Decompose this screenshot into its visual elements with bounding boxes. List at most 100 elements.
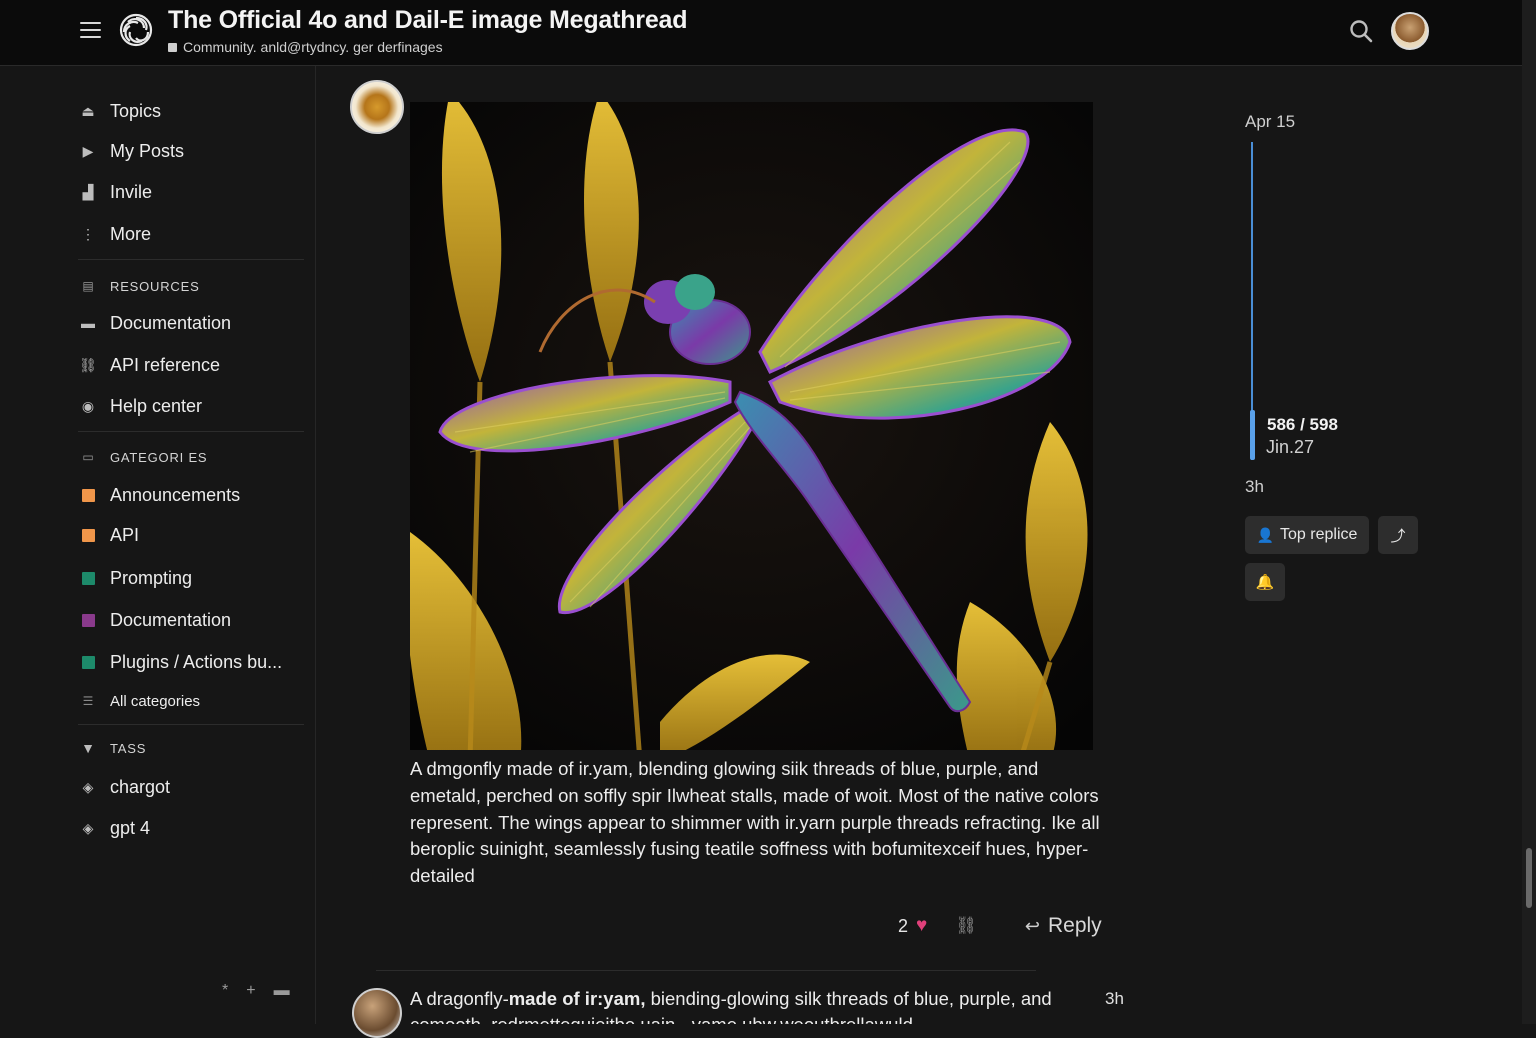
sidebar-item-label: Help center <box>110 395 203 416</box>
resources-icon: ▤ <box>82 279 94 293</box>
divider <box>376 970 1036 971</box>
document-icon: ▬ <box>81 315 95 331</box>
sidebar-item-label: Documentation <box>110 312 232 333</box>
sidebar-item-label: Documentation <box>110 609 232 630</box>
top-bar: The Official 4o and Dail-E image Megathr… <box>0 0 1536 66</box>
sidebar-item-help-center[interactable]: ◉ Help center <box>78 391 202 421</box>
post-author-avatar[interactable] <box>350 80 404 134</box>
sidebar-item-label: chargot <box>110 776 171 797</box>
star-icon[interactable]: * <box>222 982 228 1000</box>
plus-icon[interactable]: + <box>246 982 255 1000</box>
person-icon: 👤 <box>1256 526 1275 543</box>
page-title: The Official 4o and Dail-E image Megathr… <box>168 6 688 34</box>
category-color-swatch <box>81 655 95 669</box>
category-color-swatch <box>81 488 95 502</box>
timeline-end-time[interactable]: 3h <box>1245 477 1264 497</box>
sidebar-item-more[interactable]: ⋮ More <box>78 219 151 249</box>
search-icon[interactable] <box>1348 18 1374 44</box>
divider <box>78 724 304 725</box>
breadcrumb-text[interactable]: Community. anld@rtydncy. ger derfinages <box>183 39 443 55</box>
section-heading-resources[interactable]: ▤ RESOURCES <box>78 276 200 296</box>
sidebar-item-label: Topics <box>110 100 162 121</box>
next-post-avatar[interactable] <box>352 988 402 1038</box>
divider <box>78 431 304 432</box>
timeline-position-date: Jin.27 <box>1266 437 1315 457</box>
sidebar-item-announcements[interactable]: Announcements <box>78 480 240 510</box>
divider <box>78 259 304 260</box>
sidebar-item-topics[interactable]: ⏏ Topics <box>78 96 161 126</box>
sidebar-item-api[interactable]: API <box>78 520 139 550</box>
invite-icon: ▟ <box>82 183 94 200</box>
scrollbar-thumb[interactable] <box>1526 848 1532 908</box>
timeline-start-date[interactable]: Apr 15 <box>1245 112 1295 132</box>
openai-logo-icon[interactable] <box>116 10 156 50</box>
sidebar-item-all-categories[interactable]: ☰ All categories <box>78 686 200 716</box>
category-square-icon <box>168 43 177 52</box>
sidebar-item-api-reference[interactable]: ⛓ API reference <box>78 350 220 380</box>
section-heading-categories[interactable]: ▭ GATEGORI ES <box>78 447 207 467</box>
sidebar-item-tag-chargot[interactable]: ◈ chargot <box>78 772 170 802</box>
section-heading-label: GATEGORI ES <box>110 449 208 465</box>
sidebar-item-label: More <box>110 223 152 244</box>
next-post-time[interactable]: 3h <box>1105 989 1124 1009</box>
top-replies-button[interactable]: 👤 Top replice <box>1245 516 1369 554</box>
link-icon[interactable]: ⛓ <box>955 916 977 936</box>
category-color-swatch <box>81 528 95 542</box>
sidebar-item-label: API reference <box>110 354 221 375</box>
sidebar-item-documentation-category[interactable]: Documentation <box>78 605 231 635</box>
category-color-swatch <box>81 571 95 585</box>
next-post-text-bold: made of ir:yam, <box>508 988 646 1009</box>
filter-icon: ▼ <box>81 740 95 756</box>
section-heading-label: RESOURCES <box>110 278 200 294</box>
sidebar-item-label: Plugins / Actions bu... <box>110 651 283 672</box>
timeline-handle[interactable] <box>1250 410 1255 460</box>
reply-arrow-icon: ↩ <box>1024 915 1040 936</box>
tag-icon: ◈ <box>82 778 94 795</box>
reply-button[interactable]: ↩ Reply <box>1025 914 1102 938</box>
reply-label: Reply <box>1047 914 1102 937</box>
sidebar-item-label: My Posts <box>110 140 185 161</box>
post-body-text: A dmgonfly made of ir.yam, blending glow… <box>410 758 1100 887</box>
like-count: 2 <box>898 915 909 936</box>
jump-button[interactable]: ⤴ <box>1378 516 1418 554</box>
next-post-text-lead: A dragonfly- <box>410 988 509 1009</box>
tag-icon: ◈ <box>82 819 94 836</box>
bell-icon: 🔔 <box>1255 574 1275 591</box>
sidebar-item-label: Invile <box>110 181 153 202</box>
user-avatar[interactable] <box>1391 12 1429 50</box>
folder-icon[interactable]: ▬ <box>274 982 290 1000</box>
notification-bell-button[interactable]: 🔔 <box>1245 563 1285 601</box>
category-color-swatch <box>81 613 95 627</box>
next-post-text-line2: comooth, redrmettequieitbe.uain - vame.u… <box>410 1014 913 1024</box>
sidebar-item-documentation[interactable]: ▬ Documentation <box>78 308 231 338</box>
post-image[interactable] <box>410 102 1093 750</box>
timeline-position: 586 / 598 <box>1267 415 1338 434</box>
sidebar-item-tag-gpt4[interactable]: ◈ gpt 4 <box>78 813 150 843</box>
post-actions: 2 ♥ ⛓ ↩ Reply <box>898 914 1102 938</box>
sidebar: ⏏ Topics ▶ My Posts ▟ Invile ⋮ More ▤ RE… <box>0 66 316 1024</box>
categories-icon: ▭ <box>82 450 94 464</box>
sidebar-item-label: gpt 4 <box>110 817 151 838</box>
more-icon: ⋮ <box>81 225 95 242</box>
help-icon: ◉ <box>81 397 95 414</box>
next-post-text-rest: biending-glowing silk threads of blue, p… <box>645 988 1052 1009</box>
list-icon: ☰ <box>82 694 94 708</box>
section-heading-label: TASS <box>110 740 147 756</box>
sidebar-item-prompting[interactable]: Prompting <box>78 563 192 593</box>
sidebar-item-my-posts[interactable]: ▶ My Posts <box>78 136 184 166</box>
next-post-text: A dragonfly-made of ir:yam, biending-glo… <box>410 986 1070 1024</box>
dragonfly-illustration <box>410 102 1093 750</box>
top-replies-label: Top replice <box>1280 526 1358 543</box>
sidebar-item-invite[interactable]: ▟ Invile <box>78 177 152 207</box>
sidebar-item-label: Announcements <box>110 484 241 505</box>
topics-icon: ⏏ <box>81 102 95 119</box>
sidebar-item-label: API <box>110 524 140 545</box>
jump-icon: ⤴ <box>1390 527 1406 545</box>
breadcrumb: Community. anld@rtydncy. ger derfinages <box>168 39 443 55</box>
sidebar-item-label: All categories <box>110 692 201 710</box>
section-heading-tags[interactable]: ▼ TASS <box>78 738 146 758</box>
sidebar-item-plugins-actions[interactable]: Plugins / Actions bu... <box>78 647 282 677</box>
hamburger-menu-icon[interactable] <box>80 22 101 40</box>
heart-icon[interactable]: ♥ <box>916 915 927 937</box>
play-icon: ▶ <box>82 142 94 159</box>
